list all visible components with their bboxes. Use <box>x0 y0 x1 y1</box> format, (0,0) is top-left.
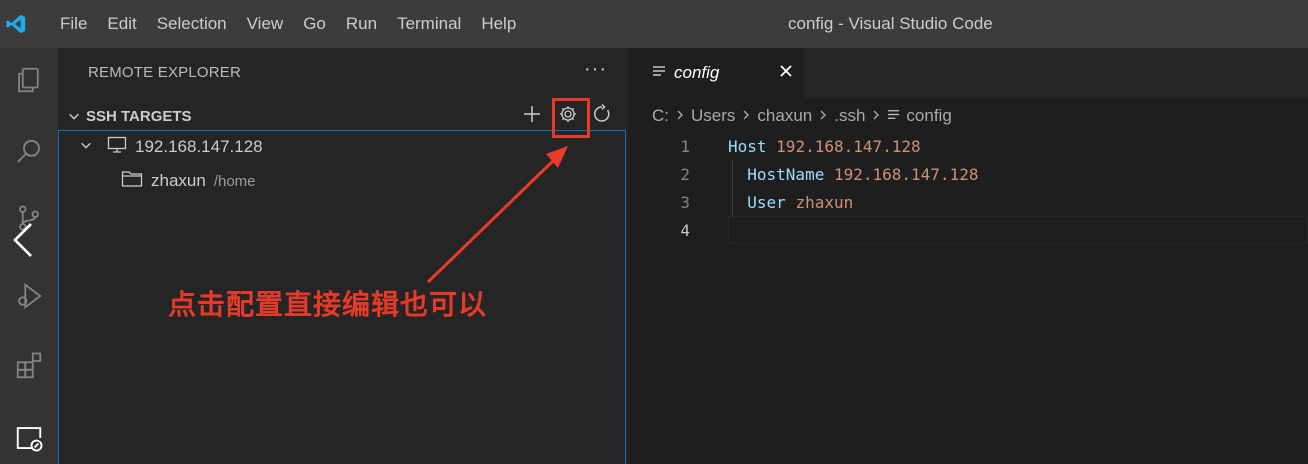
code-key: Host <box>728 136 767 156</box>
breadcrumb: C: Users chaxun .ssh config <box>652 104 952 128</box>
editor-area: config C: Users chaxun .ssh config 1 Hos… <box>628 48 1308 464</box>
tab-label: config <box>674 63 720 82</box>
tab-config[interactable]: config <box>628 48 804 98</box>
code-line: 4 <box>628 216 1308 244</box>
code-line: 3 User zhaxun <box>628 188 1308 216</box>
chevron-right-icon <box>675 106 685 126</box>
file-lines-icon <box>887 106 900 126</box>
file-lines-icon <box>652 64 666 83</box>
breadcrumb-item[interactable]: .ssh <box>834 106 865 126</box>
chevron-right-icon <box>741 106 751 126</box>
code-line: 2 HostName 192.168.147.128 <box>628 160 1308 188</box>
code-key: HostName <box>747 164 825 184</box>
breadcrumb-item[interactable]: chaxun <box>757 106 812 126</box>
breadcrumb-item[interactable]: C: <box>652 106 669 126</box>
code-line: 1 Host 192.168.147.128 <box>628 132 1308 160</box>
code-value: 192.168.147.128 <box>833 164 979 184</box>
line-number: 3 <box>680 192 690 212</box>
line-number: 1 <box>680 136 690 156</box>
chevron-right-icon <box>871 106 881 126</box>
breadcrumb-item[interactable]: config <box>906 106 951 126</box>
line-number: 4 <box>680 220 690 240</box>
code-value: 192.168.147.128 <box>776 136 921 156</box>
close-icon[interactable] <box>776 61 796 81</box>
annotation-text: 点击配置直接编辑也可以 <box>168 289 488 320</box>
chevron-right-icon <box>818 106 828 126</box>
tab-bar: config <box>628 48 1308 98</box>
code-value: zhaxun <box>795 192 854 212</box>
code-key: User <box>747 192 786 212</box>
line-number: 2 <box>680 164 690 184</box>
breadcrumb-item[interactable]: Users <box>691 106 735 126</box>
